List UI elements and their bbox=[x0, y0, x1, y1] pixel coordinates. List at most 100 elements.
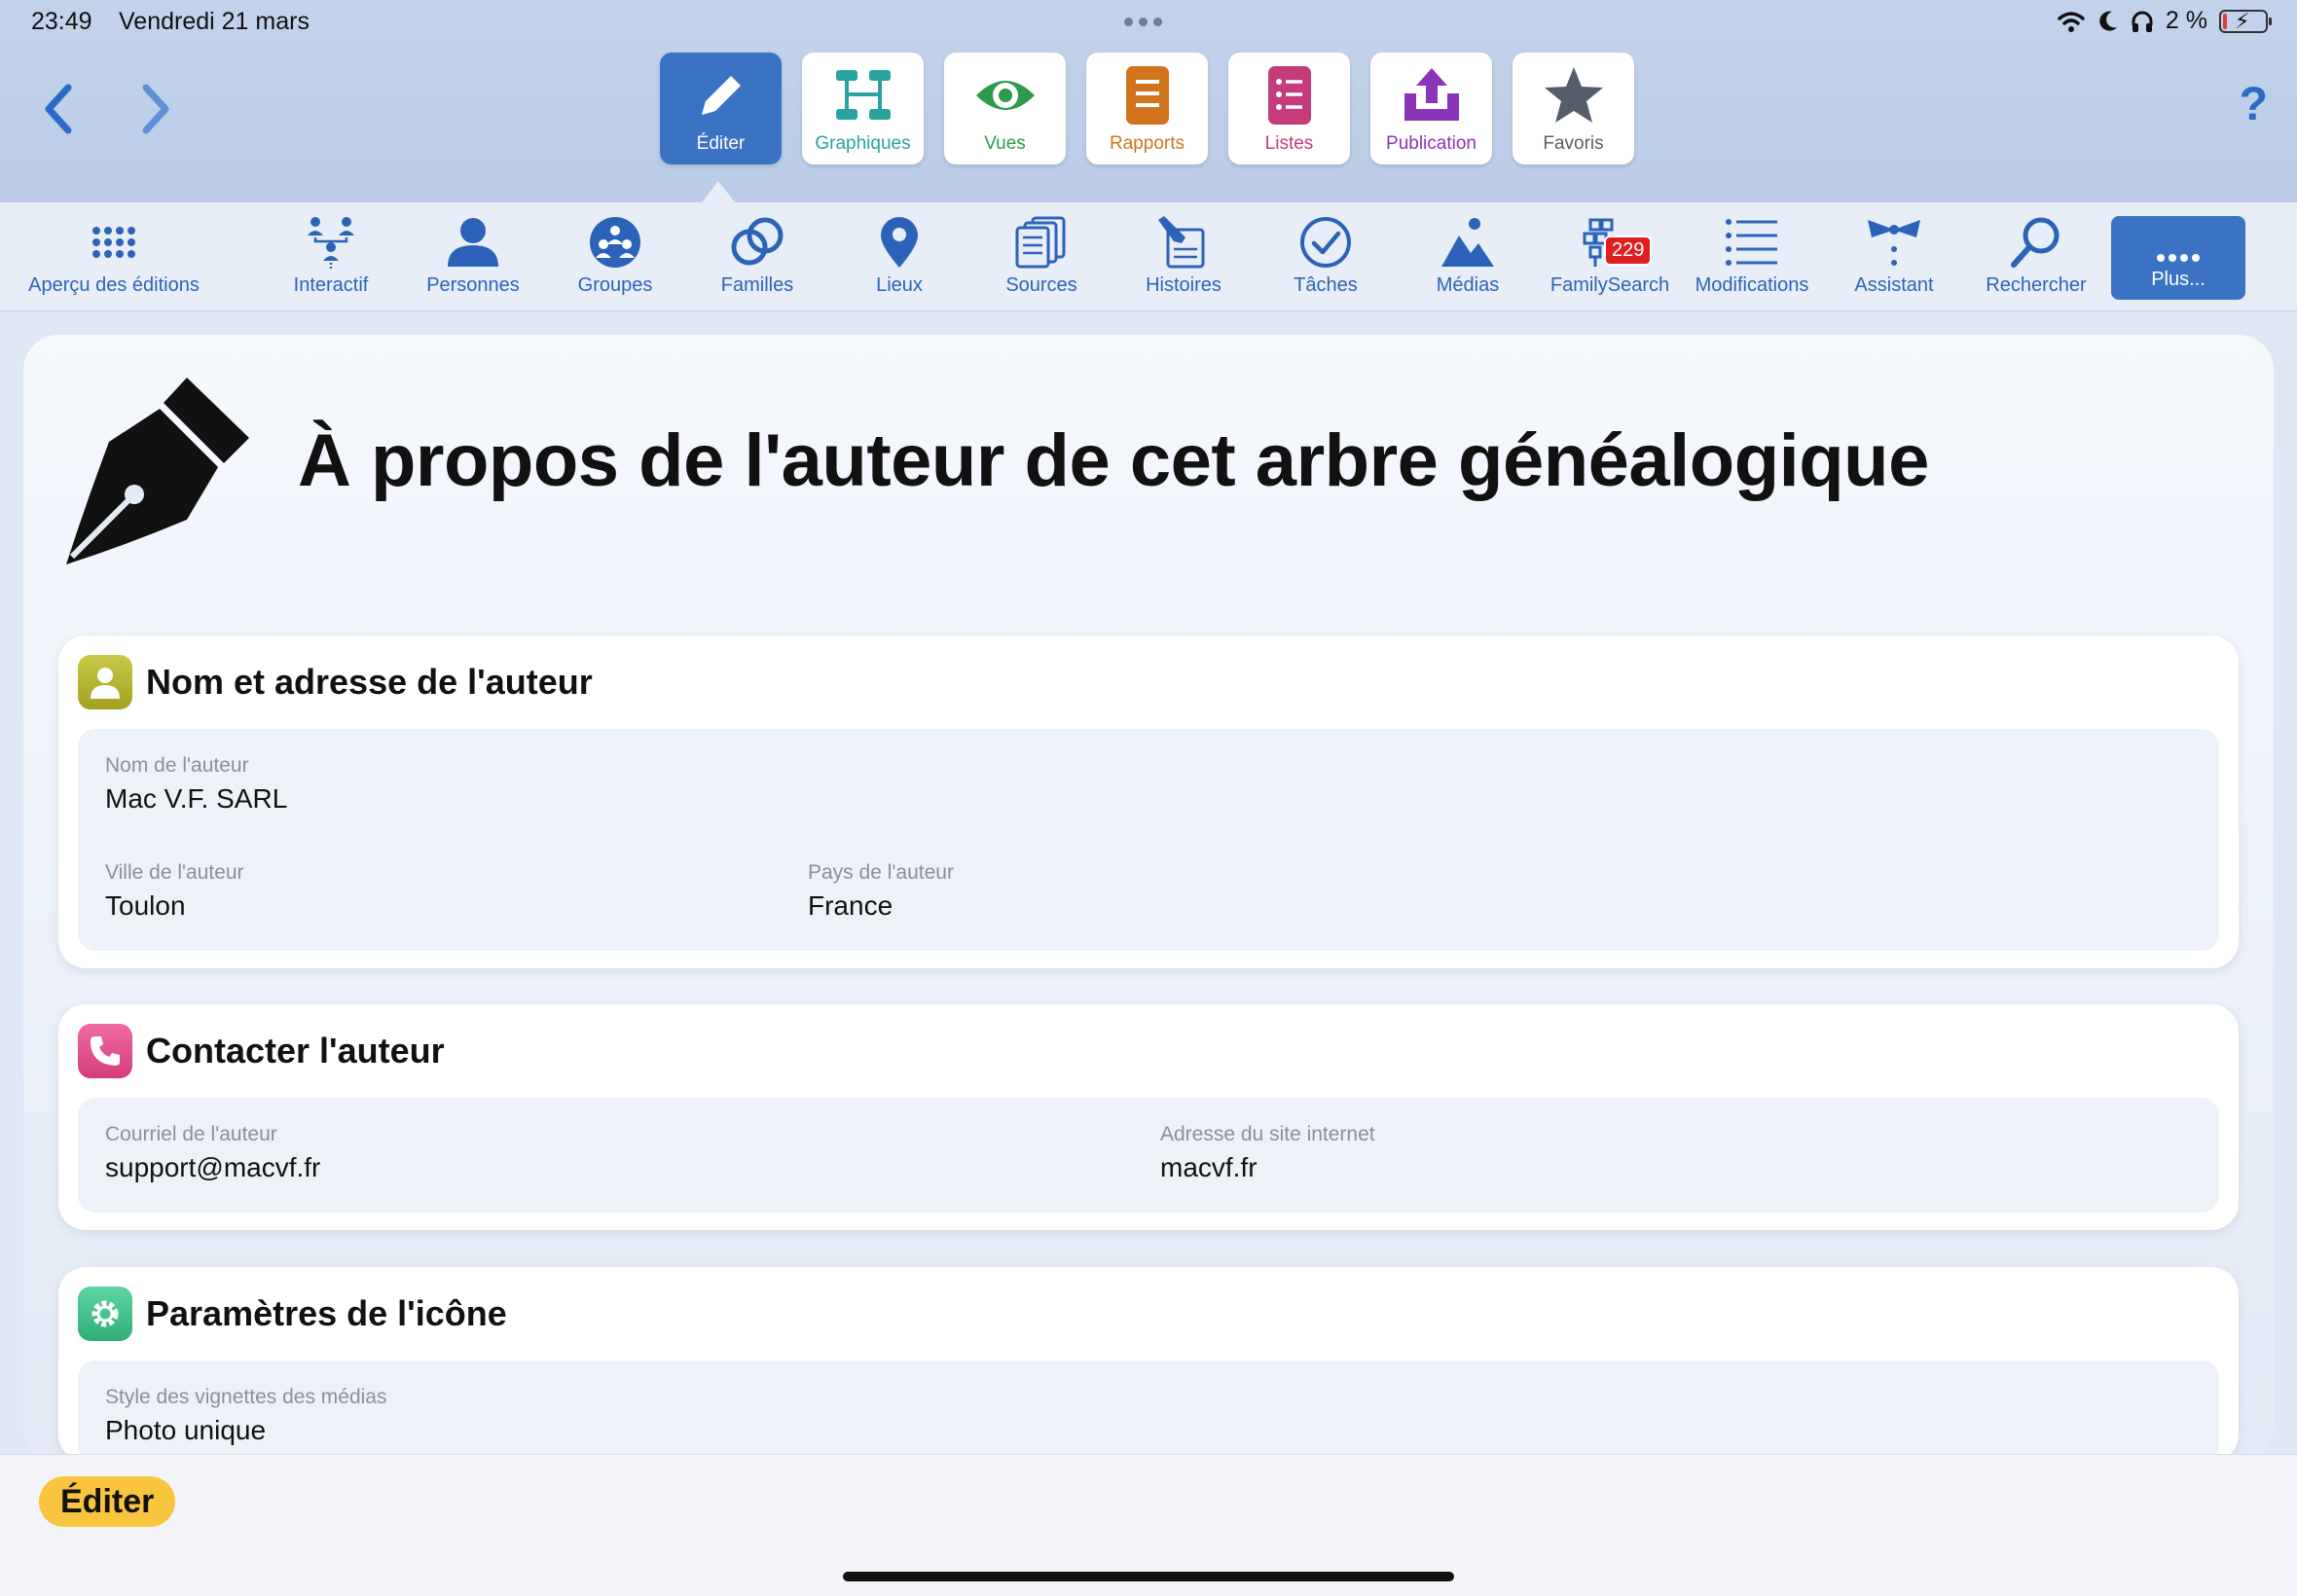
tool-modifications[interactable]: Modifications bbox=[1687, 214, 1817, 308]
tab-editer[interactable]: Éditer bbox=[660, 53, 782, 164]
icon-settings-card: Paramètres de l'icône Style des vignette… bbox=[58, 1267, 2239, 1462]
help-button[interactable]: ? bbox=[2240, 78, 2268, 131]
headphones-icon bbox=[2132, 11, 2153, 32]
tool-label: Plus... bbox=[2151, 269, 2206, 290]
more-dots-icon bbox=[2156, 226, 2201, 265]
field-label: Adresse du site internet bbox=[1160, 1123, 1375, 1145]
tab-rapports[interactable]: Rapports bbox=[1086, 53, 1208, 164]
moon-icon bbox=[2099, 11, 2117, 31]
familysearch-badge: 229 bbox=[1604, 236, 1653, 266]
documents-icon bbox=[1015, 214, 1068, 271]
active-tab-pointer bbox=[702, 181, 735, 202]
tab-label: Éditer bbox=[696, 133, 746, 154]
card-title: Paramètres de l'icône bbox=[146, 1293, 507, 1333]
tool-personnes[interactable]: Personnes bbox=[415, 214, 531, 308]
tool-lieux[interactable]: Lieux bbox=[841, 214, 958, 308]
status-date: Vendredi 21 mars bbox=[119, 8, 310, 35]
field-value: Photo unique bbox=[105, 1415, 267, 1445]
card-title: Nom et adresse de l'auteur bbox=[146, 662, 593, 702]
contact-card: Contacter l'auteur Courriel de l'auteur … bbox=[58, 1004, 2239, 1230]
media-thumbnail-style-field[interactable]: Style des vignettes des médias Photo uni… bbox=[105, 1386, 387, 1446]
tool-familysearch[interactable]: 229 FamilySearch bbox=[1542, 214, 1678, 308]
home-indicator[interactable] bbox=[843, 1572, 1454, 1581]
tool-label: Aperçu des éditions bbox=[28, 274, 200, 296]
gear-icon bbox=[78, 1287, 132, 1341]
rings-icon bbox=[730, 214, 784, 271]
fountain-pen-icon bbox=[58, 374, 253, 568]
field-value: Toulon bbox=[105, 890, 186, 921]
tool-assistant[interactable]: Assistant bbox=[1836, 214, 1952, 308]
author-fields: Nom de l'auteur Mac V.F. SARL Ville de l… bbox=[78, 729, 2219, 951]
tool-label: Assistant bbox=[1854, 274, 1934, 296]
tab-favoris[interactable]: Favoris bbox=[1513, 53, 1634, 164]
chart-tree-icon bbox=[832, 64, 894, 127]
author-city-field[interactable]: Ville de l'auteur Toulon bbox=[105, 861, 244, 922]
author-country-field[interactable]: Pays de l'auteur France bbox=[808, 861, 954, 922]
field-label: Nom de l'auteur bbox=[105, 754, 249, 777]
tab-label: Favoris bbox=[1543, 133, 1604, 154]
tool-label: FamilySearch bbox=[1550, 274, 1670, 296]
tool-medias[interactable]: Médias bbox=[1409, 214, 1526, 308]
eye-icon bbox=[974, 64, 1037, 127]
forward-button[interactable] bbox=[136, 80, 175, 138]
status-indicators: 2 % ⚡ bbox=[2057, 7, 2272, 35]
tool-familles[interactable]: Familles bbox=[699, 214, 816, 308]
field-value: support@macvf.fr bbox=[105, 1152, 321, 1182]
wifi-icon bbox=[2058, 11, 2085, 32]
field-label: Style des vignettes des médias bbox=[105, 1386, 387, 1408]
tool-label: Sources bbox=[1005, 274, 1077, 296]
battery-icon: ⚡ bbox=[2219, 9, 2272, 33]
pencil-paper-icon bbox=[1156, 214, 1211, 271]
contact-fields: Courriel de l'auteur support@macvf.fr Ad… bbox=[78, 1098, 2219, 1213]
tab-label: Rapports bbox=[1109, 133, 1185, 154]
tool-histoires[interactable]: Histoires bbox=[1125, 214, 1242, 308]
icon-settings-card-header: Paramètres de l'icône bbox=[78, 1287, 507, 1341]
upload-icon bbox=[1401, 64, 1463, 127]
field-label: Ville de l'auteur bbox=[105, 861, 244, 884]
tool-groupes[interactable]: Groupes bbox=[557, 214, 674, 308]
tab-listes[interactable]: Listes bbox=[1228, 53, 1350, 164]
magnifier-icon bbox=[2010, 214, 2062, 271]
author-website-field[interactable]: Adresse du site internet macvf.fr bbox=[1160, 1123, 1375, 1183]
author-card: Nom et adresse de l'auteur Nom de l'aute… bbox=[58, 635, 2239, 968]
contact-card-header: Contacter l'auteur bbox=[78, 1024, 445, 1078]
field-value: Mac V.F. SARL bbox=[105, 783, 288, 814]
tool-sources[interactable]: Sources bbox=[983, 214, 1100, 308]
tool-rechercher[interactable]: Rechercher bbox=[1978, 214, 2095, 308]
field-value: macvf.fr bbox=[1160, 1152, 1258, 1182]
status-time: 23:49 bbox=[31, 8, 92, 35]
tab-label: Vues bbox=[984, 133, 1026, 154]
battery-percentage: 2 % bbox=[2165, 7, 2207, 34]
edit-button[interactable]: Éditer bbox=[39, 1476, 176, 1527]
author-name-field[interactable]: Nom de l'auteur Mac V.F. SARL bbox=[105, 754, 287, 815]
pencil-icon bbox=[690, 64, 752, 127]
tool-label: Rechercher bbox=[1986, 274, 2087, 296]
card-title: Contacter l'auteur bbox=[146, 1031, 445, 1070]
tab-vues[interactable]: Vues bbox=[944, 53, 1066, 164]
multitasking-dots-icon[interactable] bbox=[1124, 18, 1162, 26]
icon-settings-fields: Style des vignettes des médias Photo uni… bbox=[78, 1360, 2219, 1462]
phone-icon bbox=[78, 1024, 132, 1078]
tab-label: Listes bbox=[1264, 133, 1314, 154]
tool-plus[interactable]: Plus... bbox=[2111, 216, 2245, 300]
familysearch-tree-icon: 229 bbox=[1571, 214, 1653, 271]
author-email-field[interactable]: Courriel de l'auteur support@macvf.fr bbox=[105, 1123, 320, 1183]
tool-interactif[interactable]: Interactif bbox=[273, 214, 389, 308]
tool-label: Histoires bbox=[1146, 274, 1221, 296]
tool-label: Lieux bbox=[876, 274, 923, 296]
checkmark-circle-icon bbox=[1299, 214, 1352, 271]
grid-dots-icon bbox=[91, 214, 137, 271]
chevron-right-icon bbox=[142, 84, 169, 134]
tab-publication[interactable]: Publication bbox=[1370, 53, 1492, 164]
interactive-tree-icon bbox=[304, 214, 358, 271]
field-label: Courriel de l'auteur bbox=[105, 1123, 277, 1145]
back-button[interactable] bbox=[39, 80, 78, 138]
tool-label: Groupes bbox=[577, 274, 653, 296]
top-header: 23:49 Vendredi 21 mars 2 % ⚡ Éditer Grap… bbox=[0, 0, 2297, 202]
tool-label: Interactif bbox=[293, 274, 369, 296]
field-value: France bbox=[808, 890, 893, 921]
tab-graphiques[interactable]: Graphiques bbox=[802, 53, 924, 164]
tool-apercu-des-editions[interactable]: Aperçu des éditions bbox=[21, 214, 206, 308]
star-icon bbox=[1543, 64, 1605, 127]
tool-taches[interactable]: Tâches bbox=[1267, 214, 1384, 308]
